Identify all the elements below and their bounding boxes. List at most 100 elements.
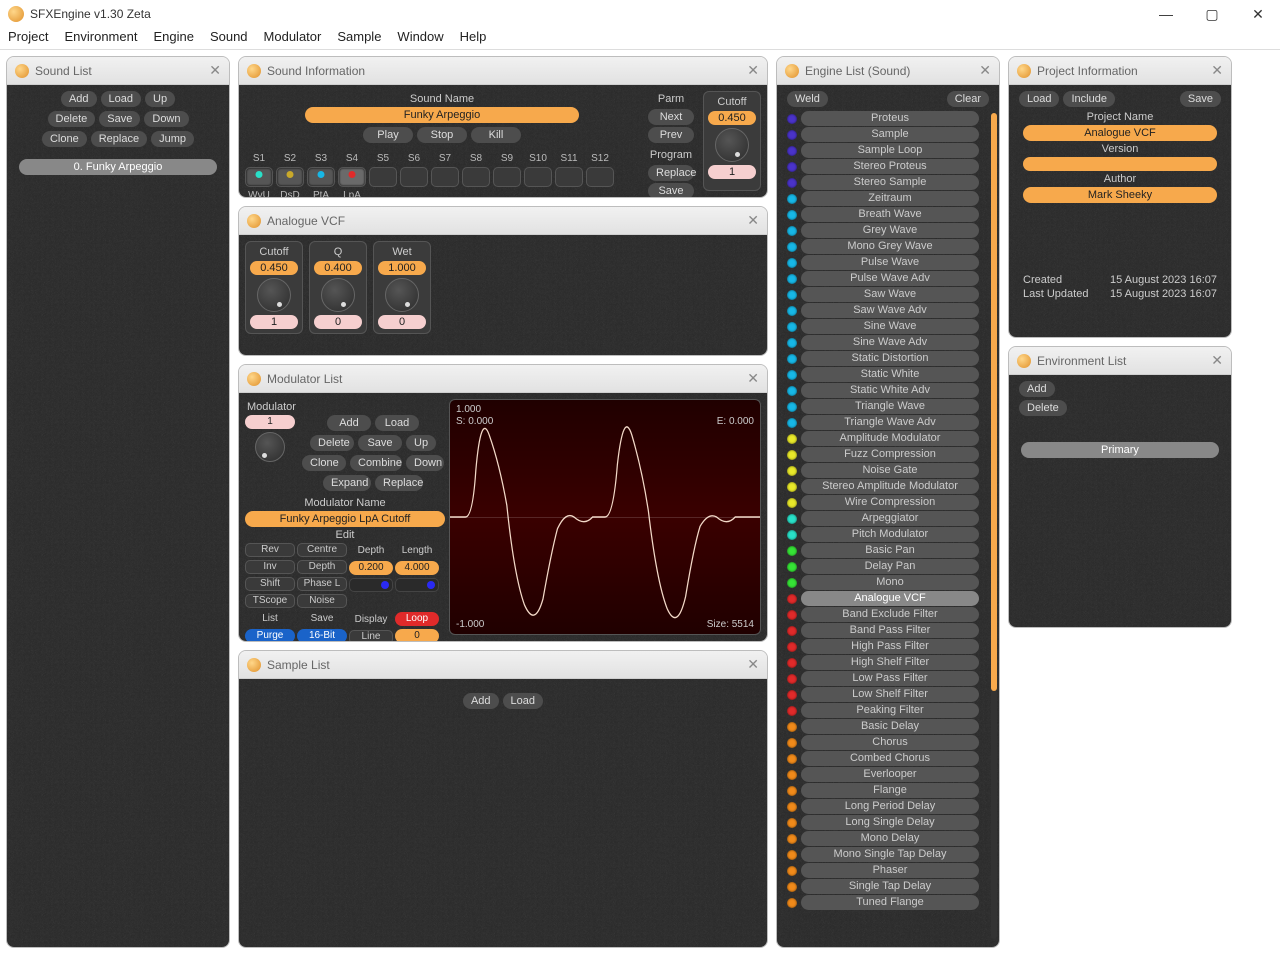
engine-row[interactable]: Pulse Wave [787,255,979,270]
slot-button[interactable] [276,167,304,187]
loop-button[interactable]: Loop [395,612,439,626]
engine-row[interactable]: Triangle Wave Adv [787,415,979,430]
mod-add[interactable]: Add [327,415,371,431]
env-add[interactable]: Add [1019,381,1055,397]
sound-name-field[interactable]: Funky Arpeggio [305,107,579,123]
slot-button[interactable] [338,167,366,187]
length-field[interactable]: 4.000 [395,561,439,575]
close-button[interactable]: ✕ [1244,4,1272,24]
engine-row[interactable]: Mono Grey Wave [787,239,979,254]
close-icon[interactable]: ✕ [747,656,759,673]
noise-button[interactable]: Noise [297,594,347,608]
mod-combine[interactable]: Combine [350,455,402,471]
mod-name-field[interactable]: Funky Arpeggio LpA Cutoff [245,511,445,527]
engine-item[interactable]: Single Tap Delay [801,879,979,894]
engine-row[interactable]: Stereo Amplitude Modulator [787,479,979,494]
menu-engine[interactable]: Engine [153,29,193,44]
close-icon[interactable]: ✕ [1211,62,1223,79]
engine-item[interactable]: Saw Wave Adv [801,303,979,318]
engine-row[interactable]: Analogue VCF [787,591,979,606]
engine-row[interactable]: Delay Pan [787,559,979,574]
clear-button[interactable]: Clear [947,91,989,107]
knob-idx[interactable]: 0 [314,315,362,329]
engine-item[interactable]: Amplitude Modulator [801,431,979,446]
slot-button[interactable] [493,167,521,187]
play-button[interactable]: Play [363,127,413,143]
menu-modulator[interactable]: Modulator [264,29,322,44]
engine-item[interactable]: Mono [801,575,979,590]
engine-item[interactable]: Pitch Modulator [801,527,979,542]
engine-row[interactable]: Long Single Delay [787,815,979,830]
slot-button[interactable] [369,167,397,187]
engine-item[interactable]: High Pass Filter [801,639,979,654]
engine-row[interactable]: Single Tap Delay [787,879,979,894]
mod-expand[interactable]: Expand [323,475,371,491]
engine-row[interactable]: Zeitraum [787,191,979,206]
length-led[interactable] [395,578,439,592]
slot-S10[interactable]: S10 [524,153,552,197]
mod-replace[interactable]: Replace [375,475,423,491]
menu-help[interactable]: Help [460,29,487,44]
close-icon[interactable]: ✕ [747,370,759,387]
modulator-knob[interactable] [255,432,285,462]
env-list-item[interactable]: Primary [1021,442,1219,458]
purge-button[interactable]: Purge [245,629,295,641]
knob[interactable] [321,278,355,312]
engine-row[interactable]: Mono Delay [787,831,979,846]
slot-S1[interactable]: S1WvU [245,153,273,197]
depth-button[interactable]: Depth [297,560,347,574]
prev-button[interactable]: Prev [648,127,694,143]
engine-item[interactable]: Long Period Delay [801,799,979,814]
up-button[interactable]: Up [145,91,175,107]
line-button[interactable]: Line [349,630,393,641]
engine-row[interactable]: Saw Wave [787,287,979,302]
close-icon[interactable]: ✕ [747,212,759,229]
engine-item[interactable]: Flange [801,783,979,798]
engine-row[interactable]: Fuzz Compression [787,447,979,462]
engine-item[interactable]: Analogue VCF [801,591,979,606]
engine-row[interactable]: High Pass Filter [787,639,979,654]
author-field[interactable]: Mark Sheeky [1023,187,1217,203]
next-button[interactable]: Next [648,109,694,125]
menu-environment[interactable]: Environment [64,29,137,44]
menu-sample[interactable]: Sample [337,29,381,44]
close-icon[interactable]: ✕ [979,62,991,79]
slot-button[interactable] [431,167,459,187]
slot-button[interactable] [400,167,428,187]
clone-button[interactable]: Clone [42,131,87,147]
engine-item[interactable]: Stereo Proteus [801,159,979,174]
engine-row[interactable]: Combed Chorus [787,751,979,766]
engine-row[interactable]: Peaking Filter [787,703,979,718]
engine-row[interactable]: Stereo Proteus [787,159,979,174]
engine-row[interactable]: Static Distortion [787,351,979,366]
project-include[interactable]: Include [1063,91,1114,107]
engine-row[interactable]: Low Shelf Filter [787,687,979,702]
engine-item[interactable]: Band Pass Filter [801,623,979,638]
slot-S12[interactable]: S12 [586,153,614,197]
slot-button[interactable] [462,167,490,187]
kill-button[interactable]: Kill [471,127,521,143]
sample-load[interactable]: Load [503,693,543,709]
engine-item[interactable]: Stereo Amplitude Modulator [801,479,979,494]
engine-row[interactable]: Sample [787,127,979,142]
engine-item[interactable]: Saw Wave [801,287,979,302]
engine-item[interactable]: Sine Wave [801,319,979,334]
program-save-button[interactable]: Save [648,183,694,197]
zero-field[interactable]: 0 [395,629,439,641]
engine-item[interactable]: Breath Wave [801,207,979,222]
engine-row[interactable]: Mono Single Tap Delay [787,847,979,862]
engine-item[interactable]: Pulse Wave [801,255,979,270]
engine-row[interactable]: Low Pass Filter [787,671,979,686]
engine-row[interactable]: Mono [787,575,979,590]
mod-load[interactable]: Load [375,415,419,431]
knob[interactable] [385,278,419,312]
waveform-display[interactable]: 1.000 S: 0.000 E: 0.000 -1.000 Size: 551… [449,399,761,635]
save-button[interactable]: Save [99,111,140,127]
version-field[interactable] [1023,157,1217,171]
project-name-field[interactable]: Analogue VCF [1023,125,1217,141]
engine-item[interactable]: Static White Adv [801,383,979,398]
engine-row[interactable]: Saw Wave Adv [787,303,979,318]
engine-row[interactable]: Phaser [787,863,979,878]
knob-value[interactable]: 0.450 [250,261,298,275]
engine-row[interactable]: Flange [787,783,979,798]
